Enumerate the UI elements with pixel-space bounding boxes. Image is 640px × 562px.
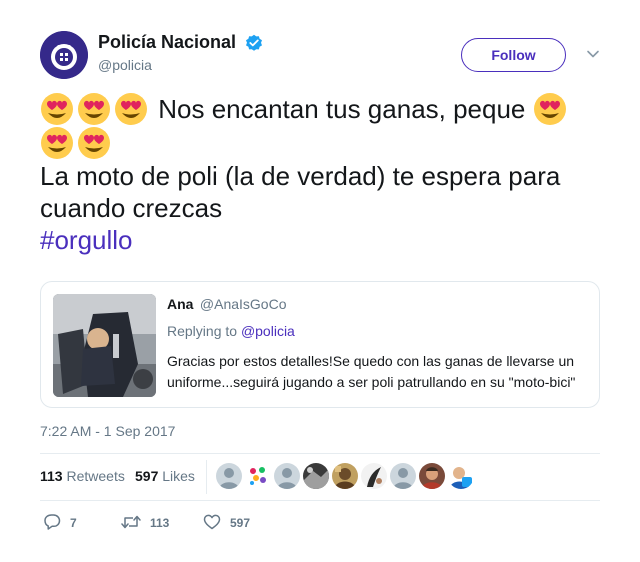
liker-avatar[interactable] [390, 463, 416, 489]
replying-to-mention[interactable]: @policia [241, 323, 295, 339]
retweets-label: Retweets [66, 468, 125, 484]
like-count: 597 [230, 516, 251, 530]
tweet-stats: 113 Retweets 597 Likes [40, 454, 600, 500]
liker-avatar[interactable] [216, 463, 242, 489]
quoted-author-name[interactable]: Ana [167, 296, 193, 312]
retweet-count: 113 [150, 516, 170, 530]
quoted-tweet-card[interactable]: Ana @AnaIsGoCo Replying to @policia Grac… [40, 281, 600, 408]
likes-stat[interactable]: 597 Likes [135, 468, 195, 484]
tweet-actions: 7 113 597 [40, 510, 600, 534]
heart-eyes-emoji-icon [77, 92, 111, 126]
replying-to-label: Replying to [167, 323, 238, 339]
author-display-name[interactable]: Policía Nacional [98, 32, 236, 53]
retweets-stat[interactable]: 113 Retweets [40, 468, 125, 484]
retweets-count: 113 [40, 468, 63, 484]
verified-badge-icon [245, 34, 263, 52]
quoted-author-handle[interactable]: @AnaIsGoCo [200, 296, 287, 312]
like-button[interactable]: 597 [202, 512, 262, 532]
likes-label: Likes [162, 468, 195, 484]
reply-count: 7 [70, 516, 77, 530]
quoted-tweet-photo[interactable] [53, 294, 156, 397]
replying-to-line: Replying to @policia [167, 323, 587, 339]
quoted-tweet-text: Gracias por estos detalles!Se quedo con … [167, 353, 576, 390]
heart-eyes-emoji-icon [77, 126, 111, 160]
heart-eyes-emoji-icon [533, 92, 567, 126]
chevron-down-icon[interactable] [586, 47, 600, 61]
tweet-header: Policía Nacional @policia Follow [40, 30, 602, 80]
heart-icon [203, 514, 221, 530]
tweet-line-1: Nos encantan tus ganas, peque [40, 92, 605, 126]
divider [206, 460, 207, 494]
retweet-icon [121, 515, 141, 529]
liker-avatar[interactable] [274, 463, 300, 489]
liker-avatar[interactable] [448, 463, 474, 489]
liker-avatar[interactable] [245, 463, 271, 489]
heart-eyes-emoji-icon [40, 92, 74, 126]
tweet-text-line-2: La moto de poli (la de verdad) te espera… [40, 161, 561, 191]
tweet-text-line-1: Nos encantan tus ganas, peque [158, 94, 526, 124]
reply-icon [44, 514, 61, 530]
hashtag-link[interactable]: #orgullo [40, 225, 133, 255]
author-avatar[interactable] [40, 31, 88, 79]
author-handle[interactable]: @policia [98, 57, 263, 73]
liker-avatar[interactable] [361, 463, 387, 489]
reply-button[interactable]: 7 [42, 512, 92, 532]
tweet-text-line-3: cuando crezcas [40, 193, 223, 223]
likes-count: 597 [135, 468, 159, 484]
tweet-text: Nos encantan tus ganas, peque La moto de… [40, 92, 605, 256]
liker-avatar[interactable] [303, 463, 329, 489]
liker-avatar[interactable] [332, 463, 358, 489]
retweet-button[interactable]: 113 [120, 512, 180, 532]
divider [40, 500, 600, 501]
heart-eyes-emoji-icon [114, 92, 148, 126]
tweet-emoji-line [40, 126, 605, 160]
liker-avatar[interactable] [419, 463, 445, 489]
tweet-timestamp[interactable]: 7:22 AM - 1 Sep 2017 [40, 423, 175, 439]
heart-eyes-emoji-icon [40, 126, 74, 160]
follow-button[interactable]: Follow [461, 38, 566, 72]
